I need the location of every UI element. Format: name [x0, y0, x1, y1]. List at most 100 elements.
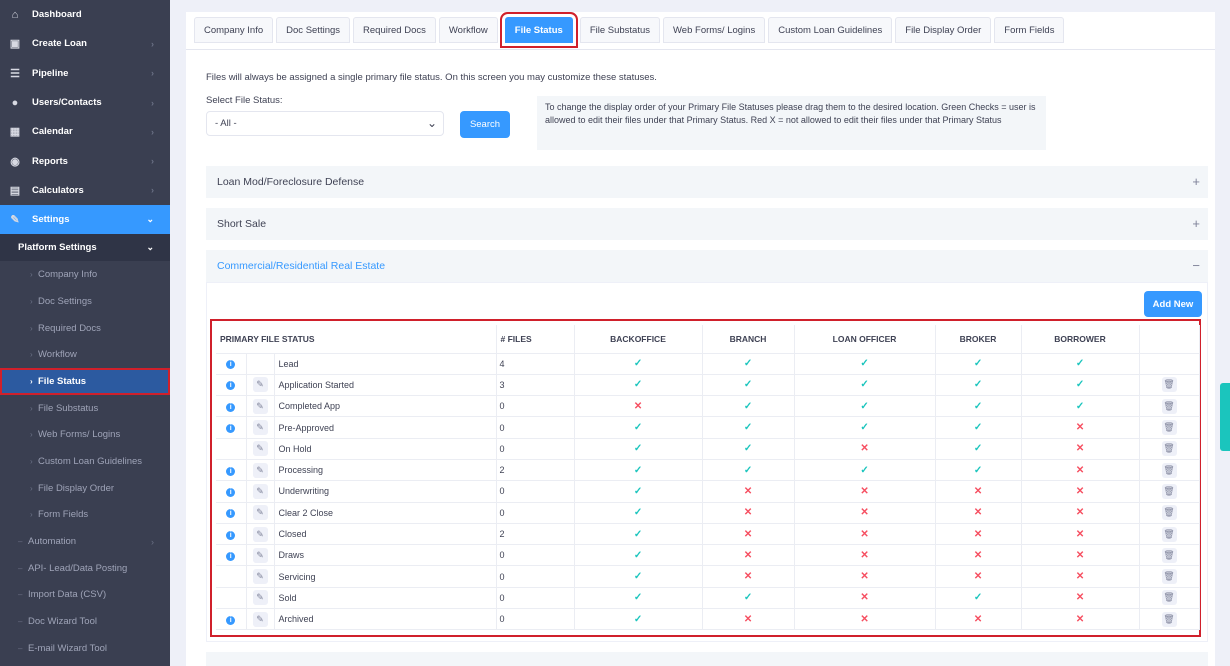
table-row[interactable]: ✎ Servicing 0 ✓ ✕ ✕ ✕ ✕ 🗑	[216, 565, 1200, 588]
sidebar-subitem-file-substatus[interactable]: › File Substatus	[0, 395, 170, 422]
info-icon[interactable]: i	[226, 487, 236, 497]
sidebar-item-pipeline[interactable]: ☰ Pipeline ›	[0, 59, 170, 88]
cross-icon[interactable]: ✕	[974, 550, 982, 561]
table-row[interactable]: i ✎ Archived 0 ✓ ✕ ✕ ✕ ✕ 🗑	[216, 608, 1200, 631]
edit-icon[interactable]: ✎	[252, 547, 268, 563]
tab-file-substatus[interactable]: File Substatus	[579, 17, 661, 43]
cross-icon[interactable]: ✕	[860, 529, 868, 540]
sidebar-subitem-required-docs[interactable]: › Required Docs	[0, 315, 170, 342]
edit-icon[interactable]: ✎	[252, 377, 268, 393]
check-icon[interactable]: ✓	[634, 529, 642, 540]
check-icon[interactable]: ✓	[634, 443, 642, 454]
check-icon[interactable]: ✓	[744, 465, 752, 476]
tab-required-docs[interactable]: Required Docs	[353, 17, 436, 43]
check-icon[interactable]: ✓	[974, 592, 982, 603]
sidebar-item-calculators[interactable]: ▤ Calculators ›	[0, 176, 170, 205]
trash-icon[interactable]: 🗑	[1161, 526, 1177, 542]
cross-icon[interactable]: ✕	[860, 443, 868, 454]
sidebar-item-platform-settings[interactable]: Platform Settings ⌄	[0, 234, 170, 262]
cross-icon[interactable]: ✕	[634, 401, 642, 412]
table-row[interactable]: i ✎ Processing 2 ✓ ✓ ✓ ✓ ✕ 🗑	[216, 459, 1200, 482]
edit-icon[interactable]: ✎	[252, 462, 268, 478]
edit-icon[interactable]: ✎	[252, 483, 268, 499]
check-icon[interactable]: ✓	[634, 486, 642, 497]
edit-icon[interactable]: ✎	[252, 526, 268, 542]
edit-icon[interactable]: ✎	[252, 420, 268, 436]
check-icon[interactable]: ✓	[860, 401, 868, 412]
table-row[interactable]: i ✎ Clear 2 Close 0 ✓ ✕ ✕ ✕ ✕ 🗑	[216, 502, 1200, 524]
cross-icon[interactable]: ✕	[1076, 465, 1084, 476]
check-icon[interactable]: ✓	[744, 379, 752, 390]
info-icon[interactable]: i	[226, 424, 236, 434]
cross-icon[interactable]: ✕	[974, 571, 982, 582]
sidebar-item-calendar[interactable]: ▦ Calendar ›	[0, 117, 170, 146]
trash-icon[interactable]: 🗑	[1161, 441, 1177, 457]
sidebar-item-dashboard[interactable]: ⌂ Dashboard	[0, 0, 170, 29]
cross-icon[interactable]: ✕	[860, 486, 868, 497]
edit-icon[interactable]: ✎	[252, 569, 268, 585]
info-icon[interactable]: i	[226, 402, 236, 412]
cross-icon[interactable]: ✕	[1076, 507, 1084, 518]
feedback-tab[interactable]	[1220, 383, 1230, 451]
check-icon[interactable]: ✓	[974, 443, 982, 454]
trash-icon[interactable]: 🗑	[1161, 569, 1177, 585]
tab-doc-settings[interactable]: Doc Settings	[276, 17, 351, 43]
edit-icon[interactable]: ✎	[252, 505, 268, 521]
cross-icon[interactable]: ✕	[1076, 550, 1084, 561]
cross-icon[interactable]: ✕	[860, 507, 868, 518]
cross-icon[interactable]: ✕	[744, 571, 752, 582]
plus-icon[interactable]: +	[1192, 174, 1200, 189]
cross-icon[interactable]: ✕	[744, 529, 752, 540]
tab-file-status[interactable]: File Status	[504, 17, 573, 43]
edit-icon[interactable]: ✎	[252, 398, 268, 414]
edit-icon[interactable]: ✎	[252, 611, 268, 627]
check-icon[interactable]: ✓	[1076, 358, 1084, 369]
cross-icon[interactable]: ✕	[860, 592, 868, 603]
check-icon[interactable]: ✓	[860, 379, 868, 390]
check-icon[interactable]: ✓	[634, 465, 642, 476]
sidebar-item-import-data-csv[interactable]: – Import Data (CSV)	[0, 582, 170, 609]
table-row[interactable]: ✎ On Hold 0 ✓ ✓ ✕ ✓ ✕ 🗑	[216, 438, 1200, 460]
sidebar-item-create-loan[interactable]: ▣ Create Loan ›	[0, 29, 170, 58]
add-new-button[interactable]: Add New	[1144, 291, 1202, 317]
sidebar-item-api-lead-data-posting[interactable]: – API- Lead/Data Posting	[0, 555, 170, 582]
trash-icon[interactable]: 🗑	[1161, 420, 1177, 436]
cross-icon[interactable]: ✕	[744, 614, 752, 625]
sidebar-subitem-company-info[interactable]: › Company Info	[0, 261, 170, 288]
cross-icon[interactable]: ✕	[744, 507, 752, 518]
cross-icon[interactable]: ✕	[974, 486, 982, 497]
check-icon[interactable]: ✓	[744, 592, 752, 603]
tab-web-forms-logins[interactable]: Web Forms/ Logins	[663, 17, 766, 43]
check-icon[interactable]: ✓	[974, 465, 982, 476]
table-row[interactable]: i ✎ Application Started 3 ✓ ✓ ✓ ✓ ✓ 🗑	[216, 374, 1200, 397]
plus-icon[interactable]: +	[1192, 216, 1200, 231]
tab-company-info[interactable]: Company Info	[194, 17, 274, 43]
edit-icon[interactable]: ✎	[252, 590, 268, 606]
edit-icon[interactable]: ✎	[252, 441, 268, 457]
info-icon[interactable]: i	[226, 551, 236, 561]
table-row[interactable]: i ✎ Completed App 0 ✕ ✓ ✓ ✓ ✓ 🗑	[216, 395, 1200, 418]
search-button[interactable]: Search	[460, 111, 510, 138]
cross-icon[interactable]: ✕	[860, 550, 868, 561]
cross-icon[interactable]: ✕	[744, 486, 752, 497]
sidebar-item-automation[interactable]: – Automation ›	[0, 528, 170, 555]
minus-icon[interactable]: −	[1192, 258, 1200, 273]
trash-icon[interactable]: 🗑	[1161, 483, 1177, 499]
check-icon[interactable]: ✓	[634, 379, 642, 390]
check-icon[interactable]: ✓	[1076, 401, 1084, 412]
check-icon[interactable]: ✓	[634, 422, 642, 433]
sidebar-subitem-form-fields[interactable]: › Form Fields	[0, 502, 170, 529]
accordion-loan-mod[interactable]: Loan Mod/Foreclosure Defense +	[206, 166, 1208, 198]
sidebar-subitem-custom-loan-guidelines[interactable]: › Custom Loan Guidelines	[0, 448, 170, 475]
cross-icon[interactable]: ✕	[744, 550, 752, 561]
next-accordion[interactable]	[206, 652, 1208, 666]
trash-icon[interactable]: 🗑	[1161, 505, 1177, 521]
check-icon[interactable]: ✓	[974, 401, 982, 412]
check-icon[interactable]: ✓	[634, 358, 642, 369]
table-row[interactable]: i ✎ Draws 0 ✓ ✕ ✕ ✕ ✕ 🗑	[216, 544, 1200, 567]
tab-custom-loan-guidelines[interactable]: Custom Loan Guidelines	[768, 17, 893, 43]
table-row[interactable]: i ✎ Pre-Approved 0 ✓ ✓ ✓ ✓ ✕ 🗑	[216, 416, 1200, 439]
file-status-select[interactable]: - All - ⌄	[206, 111, 444, 136]
tab-file-display-order[interactable]: File Display Order	[895, 17, 992, 43]
check-icon[interactable]: ✓	[634, 550, 642, 561]
